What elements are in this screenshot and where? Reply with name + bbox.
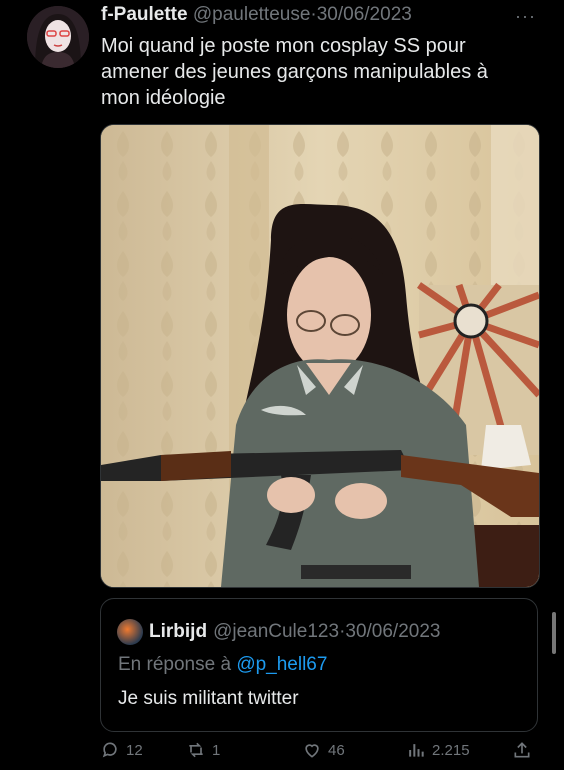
- tweet-header: f-Paulette @pauletteuse·30/06/2023: [101, 4, 412, 26]
- views-icon: [409, 744, 424, 757]
- reply-prefix: En réponse à: [118, 654, 232, 675]
- views-button[interactable]: 2.215: [406, 740, 470, 760]
- reply-button[interactable]: 12: [100, 740, 143, 760]
- like-count: 46: [328, 741, 345, 759]
- retweet-count: 1: [212, 741, 221, 759]
- like-button[interactable]: 46: [302, 740, 345, 760]
- retweet-icon: [189, 742, 203, 758]
- views-count: 2.215: [432, 741, 470, 759]
- more-icon[interactable]: ···: [515, 6, 536, 27]
- quote-avatar[interactable]: [117, 619, 143, 645]
- author-name[interactable]: f-Paulette: [101, 4, 188, 25]
- reply-icon: [102, 742, 117, 758]
- quote-header: Lirbijd @jeanCule123 · 30/06/2023: [117, 619, 440, 645]
- reply-mention-link[interactable]: @p_hell67: [236, 654, 327, 675]
- tweet-photo[interactable]: [100, 124, 540, 588]
- quoted-tweet[interactable]: Lirbijd @jeanCule123 · 30/06/2023 En répon…: [100, 598, 538, 732]
- author-avatar[interactable]: [27, 6, 89, 68]
- tweet-actions: 12 1 46 2.215: [100, 740, 540, 766]
- reply-count: 12: [126, 741, 143, 759]
- tweet-text: Moi quand je poste mon cosplay SS pour a…: [101, 35, 488, 109]
- tweet-date[interactable]: 30/06/2023: [317, 4, 412, 25]
- share-icon: [514, 742, 530, 758]
- scrollbar[interactable]: [552, 612, 556, 654]
- quote-date: 30/06/2023: [345, 621, 441, 642]
- quote-author-name[interactable]: Lirbijd: [149, 621, 207, 643]
- quote-text: Je suis militant twitter: [118, 688, 299, 709]
- reply-context: En réponse à @p_hell67: [118, 654, 327, 676]
- share-button[interactable]: [512, 740, 532, 760]
- like-icon: [305, 744, 319, 758]
- retweet-button[interactable]: 1: [186, 740, 220, 760]
- quote-author-handle[interactable]: @jeanCule123: [213, 621, 339, 643]
- author-handle[interactable]: @pauletteuse: [193, 4, 311, 25]
